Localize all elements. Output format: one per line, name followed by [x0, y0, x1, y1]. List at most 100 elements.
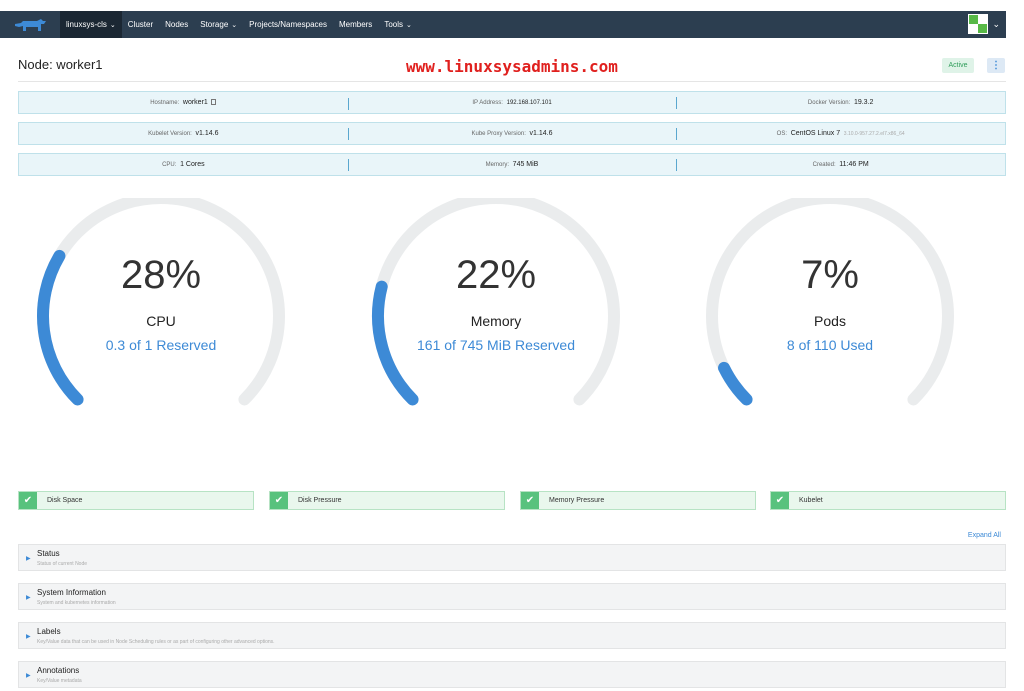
condition-label: Disk Space: [47, 497, 83, 504]
condition-disk-pressure: ✔ Disk Pressure: [269, 491, 505, 510]
user-menu[interactable]: ⌄: [968, 14, 1000, 34]
memory-gauge-detail: 161 of 745 MiB Reserved: [417, 337, 575, 353]
section-system-information[interactable]: ▶ System Information System and kubernet…: [18, 583, 1006, 610]
condition-label: Disk Pressure: [298, 497, 342, 504]
section-title: Annotations: [37, 666, 80, 675]
ip-value: 192.168.107.101: [506, 99, 552, 106]
pods-gauge-detail: 8 of 110 Used: [786, 337, 874, 353]
memory-gauge: 22% Memory 161 of 745 MiB Reserved: [366, 198, 626, 428]
condition-kubelet: ✔ Kubelet: [770, 491, 1006, 510]
section-description: Status of current Node: [37, 561, 88, 567]
check-icon: ✔: [771, 492, 789, 509]
kubelet-label: Kubelet Version:: [148, 131, 192, 137]
nav-cluster[interactable]: Cluster: [122, 11, 159, 38]
nav-tools-label: Tools: [384, 20, 403, 29]
chevron-down-icon: ⌄: [231, 21, 238, 29]
proxy-cell: Kube Proxy Version: v1.14.6: [347, 128, 677, 140]
kubelet-value: v1.14.6: [195, 130, 219, 137]
hostname-cell: Hostname: worker1: [19, 99, 348, 106]
condition-memory-pressure: ✔ Memory Pressure: [520, 491, 756, 510]
cluster-selector-label: linuxsys-cls: [66, 20, 107, 29]
nav-cluster-label: Cluster: [127, 20, 154, 29]
os-cell: OS: CentOS Linux 7 3.10.0-957.27.2.el7.x…: [676, 128, 1005, 140]
condition-disk-space: ✔ Disk Space: [18, 491, 254, 510]
nav-storage-label: Storage: [200, 20, 229, 29]
watermark-text: www.linuxsysadmins.com: [406, 57, 618, 76]
cluster-selector[interactable]: linuxsys-cls ⌄: [60, 11, 122, 38]
status-badge: Active: [942, 58, 974, 73]
gauge-fill: [718, 361, 753, 406]
hostname-label: Hostname:: [150, 100, 180, 106]
chevron-down-icon: ⌄: [109, 21, 116, 29]
nav-members[interactable]: Members: [333, 11, 378, 38]
docker-value: 19.3.2: [853, 99, 874, 106]
check-icon: ✔: [521, 492, 539, 509]
docker-cell: Docker Version: 19.3.2: [676, 97, 1005, 109]
chevron-down-icon: ⌄: [992, 18, 1000, 29]
section-description: System and kubernetes information: [37, 600, 116, 606]
os-label: OS:: [776, 131, 788, 137]
check-icon: ✔: [19, 492, 37, 509]
proxy-value: v1.14.6: [529, 130, 553, 137]
more-actions-button[interactable]: ⋮: [987, 58, 1005, 73]
cpu-cell: CPU: 1 Cores: [19, 161, 348, 168]
pods-gauge-percent: 7%: [801, 253, 859, 297]
cpu-value: 1 Cores: [180, 161, 205, 168]
created-cell: Created: 11:46 PM: [676, 159, 1005, 171]
kubelet-cell: Kubelet Version: v1.14.6: [19, 130, 348, 137]
top-navbar: linuxsys-cls ⌄ Cluster Nodes Storage ⌄ P…: [0, 11, 1006, 38]
memory-gauge-label: Memory: [470, 313, 522, 329]
gauge-track: [372, 198, 620, 406]
gauge-track: [706, 198, 954, 406]
nav-projects-label: Projects/Namespaces: [249, 20, 327, 29]
page-title: Node: worker1: [18, 57, 103, 72]
cpu-gauge-detail: 0.3 of 1 Reserved: [105, 337, 217, 353]
created-label: Created:: [812, 162, 836, 168]
pods-gauge-label: Pods: [814, 313, 846, 329]
condition-label: Kubelet: [799, 497, 823, 504]
created-value: 11:46 PM: [839, 161, 869, 168]
section-status[interactable]: ▶ Status Status of current Node: [18, 544, 1006, 571]
avatar: [968, 14, 989, 34]
cpu-label: CPU:: [162, 162, 177, 168]
expand-triangle-icon: ▶: [26, 556, 31, 562]
cpu-gauge: 28% CPU 0.3 of 1 Reserved: [31, 198, 291, 428]
expand-triangle-icon: ▶: [26, 595, 31, 601]
expand-all-link[interactable]: Expand All: [968, 532, 1001, 539]
section-annotations[interactable]: ▶ Annotations Key/Value metadata: [18, 661, 1006, 688]
nav-members-label: Members: [338, 20, 373, 29]
cpu-gauge-percent: 28%: [120, 253, 202, 297]
memory-cell: Memory: 745 MiB: [347, 159, 677, 171]
divider: [18, 81, 1006, 82]
nav-storage[interactable]: Storage ⌄: [194, 11, 243, 38]
memory-gauge-percent: 22%: [455, 253, 537, 297]
info-row-resources: CPU: 1 Cores Memory: 745 MiB Created: 11…: [18, 153, 1006, 176]
info-row-versions: Kubelet Version: v1.14.6 Kube Proxy Vers…: [18, 122, 1006, 145]
condition-label: Memory Pressure: [549, 497, 605, 504]
rancher-logo[interactable]: [0, 11, 60, 38]
copy-icon[interactable]: [211, 99, 217, 105]
nav-projects-namespaces[interactable]: Projects/Namespaces: [243, 11, 333, 38]
check-icon: ✔: [270, 492, 288, 509]
expand-triangle-icon: ▶: [26, 673, 31, 679]
cpu-gauge-label: CPU: [146, 313, 176, 329]
section-title: Labels: [37, 627, 61, 636]
section-labels[interactable]: ▶ Labels Key/Value data that can be used…: [18, 622, 1006, 649]
pods-gauge: 7% Pods 8 of 110 Used: [700, 198, 960, 428]
os-value: CentOS Linux 7: [790, 130, 841, 137]
section-description: Key/Value metadata: [37, 678, 82, 684]
section-title: Status: [37, 549, 60, 558]
ip-cell: IP Address: 192.168.107.101: [347, 97, 677, 110]
info-row-host: Hostname: worker1 IP Address: 192.168.10…: [18, 91, 1006, 114]
hostname-value: worker1: [182, 99, 208, 106]
nav-tools[interactable]: Tools ⌄: [378, 11, 418, 38]
proxy-label: Kube Proxy Version:: [471, 131, 526, 137]
docker-label: Docker Version:: [807, 100, 851, 106]
nav-nodes-label: Nodes: [165, 20, 189, 29]
gauge-track: [37, 198, 285, 406]
chevron-down-icon: ⌄: [406, 21, 412, 29]
section-description: Key/Value data that can be used in Node …: [37, 639, 275, 645]
rancher-logo-icon: [15, 18, 46, 31]
nav-nodes[interactable]: Nodes: [159, 11, 194, 38]
memory-value: 745 MiB: [512, 161, 539, 168]
